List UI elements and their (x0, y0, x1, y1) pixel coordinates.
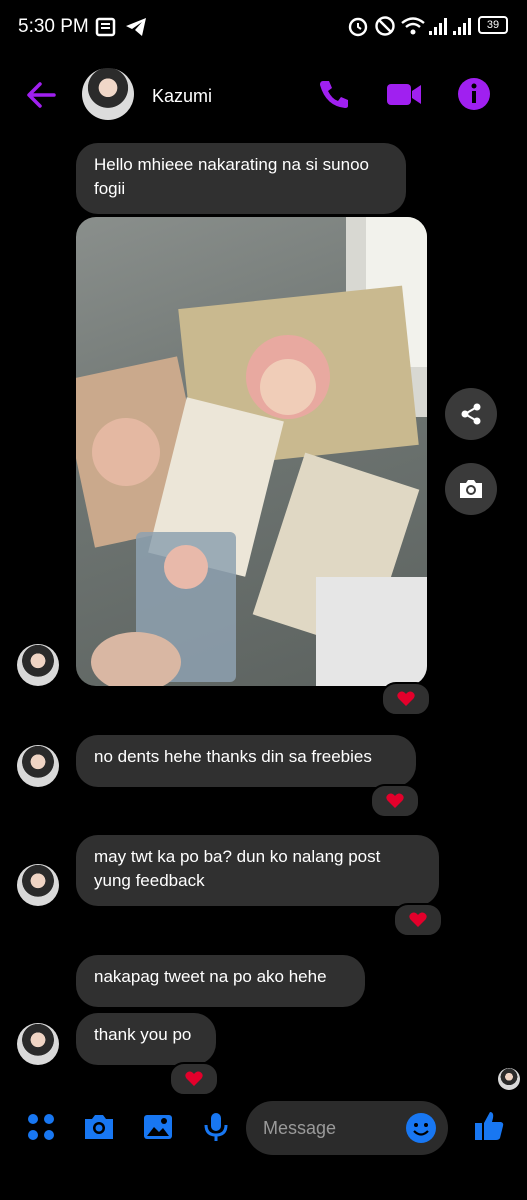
photo-message[interactable] (76, 217, 427, 686)
heart-icon (397, 691, 415, 706)
message-bubble[interactable]: Hello mhieee nakarating na si sunoo fogi… (76, 143, 406, 214)
seen-avatar (498, 1068, 520, 1090)
heart-reaction[interactable] (370, 784, 420, 818)
thumbs-up-icon[interactable] (472, 1109, 506, 1143)
dnd-icon (375, 16, 395, 36)
save-photo-button[interactable] (445, 463, 497, 515)
message-bubble[interactable]: nakapag tweet na po ako hehe (76, 955, 365, 1007)
share-icon (461, 403, 481, 425)
sender-avatar[interactable] (17, 745, 59, 787)
heart-reaction[interactable] (169, 1062, 219, 1096)
sender-avatar[interactable] (17, 644, 59, 686)
alarm-icon (348, 17, 368, 37)
notes-icon (95, 17, 116, 37)
heart-icon (185, 1071, 203, 1086)
signal-icon (453, 18, 471, 35)
heart-icon (386, 793, 404, 808)
telegram-icon (126, 18, 146, 36)
phone-icon[interactable] (314, 74, 354, 114)
mic-icon[interactable] (199, 1110, 233, 1144)
battery-icon: 39 (478, 16, 508, 34)
message-bubble[interactable]: thank you po (76, 1013, 216, 1065)
contact-name[interactable]: Kazumi (152, 86, 212, 107)
contact-avatar[interactable] (82, 68, 134, 120)
emoji-icon[interactable] (404, 1111, 438, 1145)
sender-avatar[interactable] (17, 1023, 59, 1065)
heart-reaction[interactable] (393, 903, 443, 937)
video-icon[interactable] (384, 74, 424, 114)
photo-content (76, 217, 427, 686)
share-button[interactable] (445, 388, 497, 440)
back-arrow-icon[interactable] (24, 78, 58, 112)
camera-icon[interactable] (82, 1110, 116, 1144)
message-placeholder: Message (263, 1118, 337, 1138)
status-bar: 5:30 PM 39 (0, 0, 527, 56)
gallery-icon[interactable] (141, 1110, 175, 1144)
wifi-icon (401, 17, 425, 35)
message-bubble[interactable]: may twt ka po ba? dun ko nalang post yun… (76, 835, 439, 906)
sender-avatar[interactable] (17, 864, 59, 906)
camera-icon (460, 480, 482, 498)
message-bubble[interactable]: no dents hehe thanks din sa freebies (76, 735, 416, 787)
grid-icon[interactable] (24, 1110, 58, 1144)
heart-reaction[interactable] (381, 682, 431, 716)
status-time: 5:30 PM (18, 16, 89, 37)
signal-icon (429, 18, 447, 35)
info-icon[interactable] (454, 74, 494, 114)
heart-icon (409, 912, 427, 927)
